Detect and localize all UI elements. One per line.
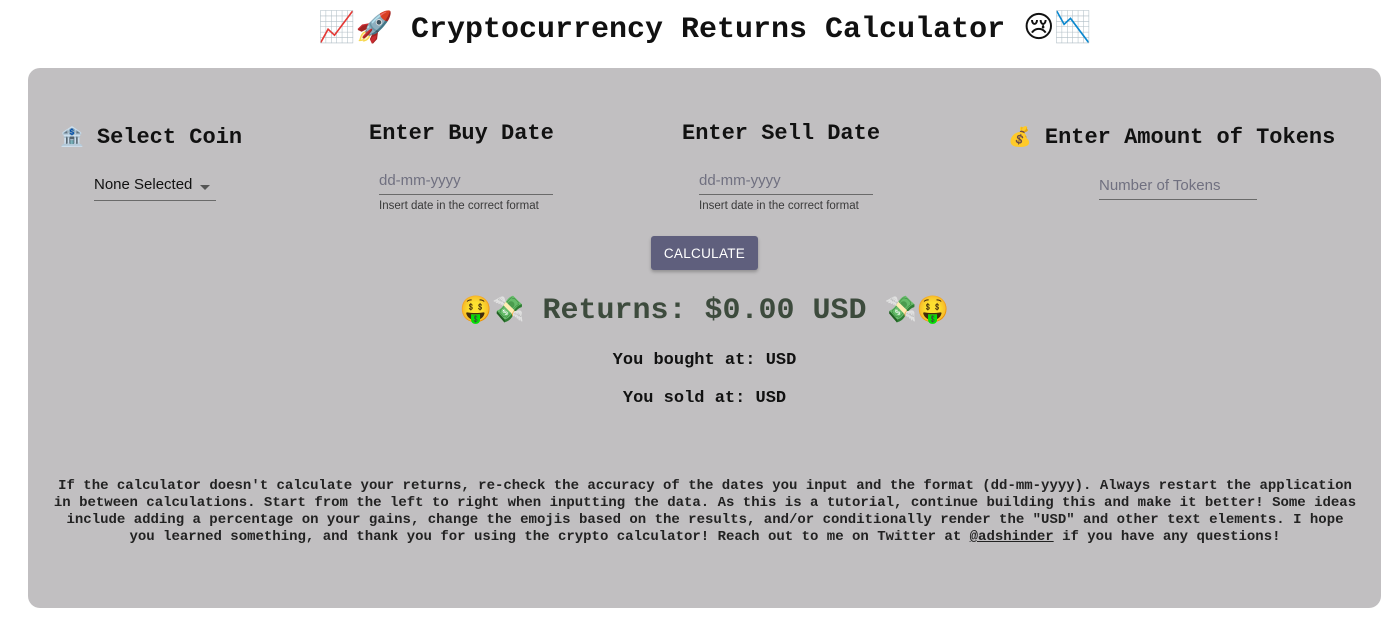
calculate-button[interactable]: CALCULATE [651,236,758,270]
footer-text-end: if you have any questions! [1062,529,1281,545]
buy-date-input[interactable] [379,172,553,195]
sell-date-heading: Enter Sell Date [682,121,881,146]
tokens-field [1099,177,1257,200]
returns-text: Returns: $0.00 USD [542,294,867,328]
buy-date-heading: Enter Buy Date [369,121,554,146]
select-coin-heading: 🏦 Select Coin [60,123,242,152]
returns-display: 🤑💸 Returns: $0.00 USD 💸🤑 [28,290,1381,331]
coin-select-value: None Selected [94,176,193,193]
sell-date-field: Insert date in the correct format [699,172,873,212]
tokens-input[interactable] [1099,177,1257,200]
buy-date-helper: Insert date in the correct format [379,200,539,212]
sell-date-input[interactable] [699,172,873,195]
bank-icon: 🏦 [60,126,84,148]
money-face-icon: 🤑💸 [459,295,525,325]
sad-chart-down-icon: 😢📉 [1023,10,1092,45]
coin-select[interactable]: None Selected [94,174,216,201]
sold-at-text: You sold at: USD [622,389,787,408]
money-wings-icon: 💸🤑 [884,295,950,325]
dropdown-arrow-icon [200,185,210,190]
tokens-label: Enter Amount of Tokens [1044,125,1336,150]
tokens-heading: 💰 Enter Amount of Tokens [1008,123,1335,152]
money-bag-icon: 💰 [1008,126,1032,148]
bought-at-text: You bought at: USD [612,351,797,370]
twitter-link[interactable]: @adshinder [970,529,1054,545]
footer-note: If the calculator doesn't calculate your… [50,478,1360,546]
page-title-text: Cryptocurrency Returns Calculator [410,13,1006,47]
select-coin-label: Select Coin [96,125,243,150]
chart-rocket-icon: 📈🚀 [318,10,393,45]
calculator-panel: 🏦 Select Coin None Selected Enter Buy Da… [28,68,1381,608]
page-title: 📈🚀 Cryptocurrency Returns Calculator 😢📉 [0,8,1400,50]
buy-date-field: Insert date in the correct format [379,172,553,212]
sell-date-helper: Insert date in the correct format [699,200,859,212]
